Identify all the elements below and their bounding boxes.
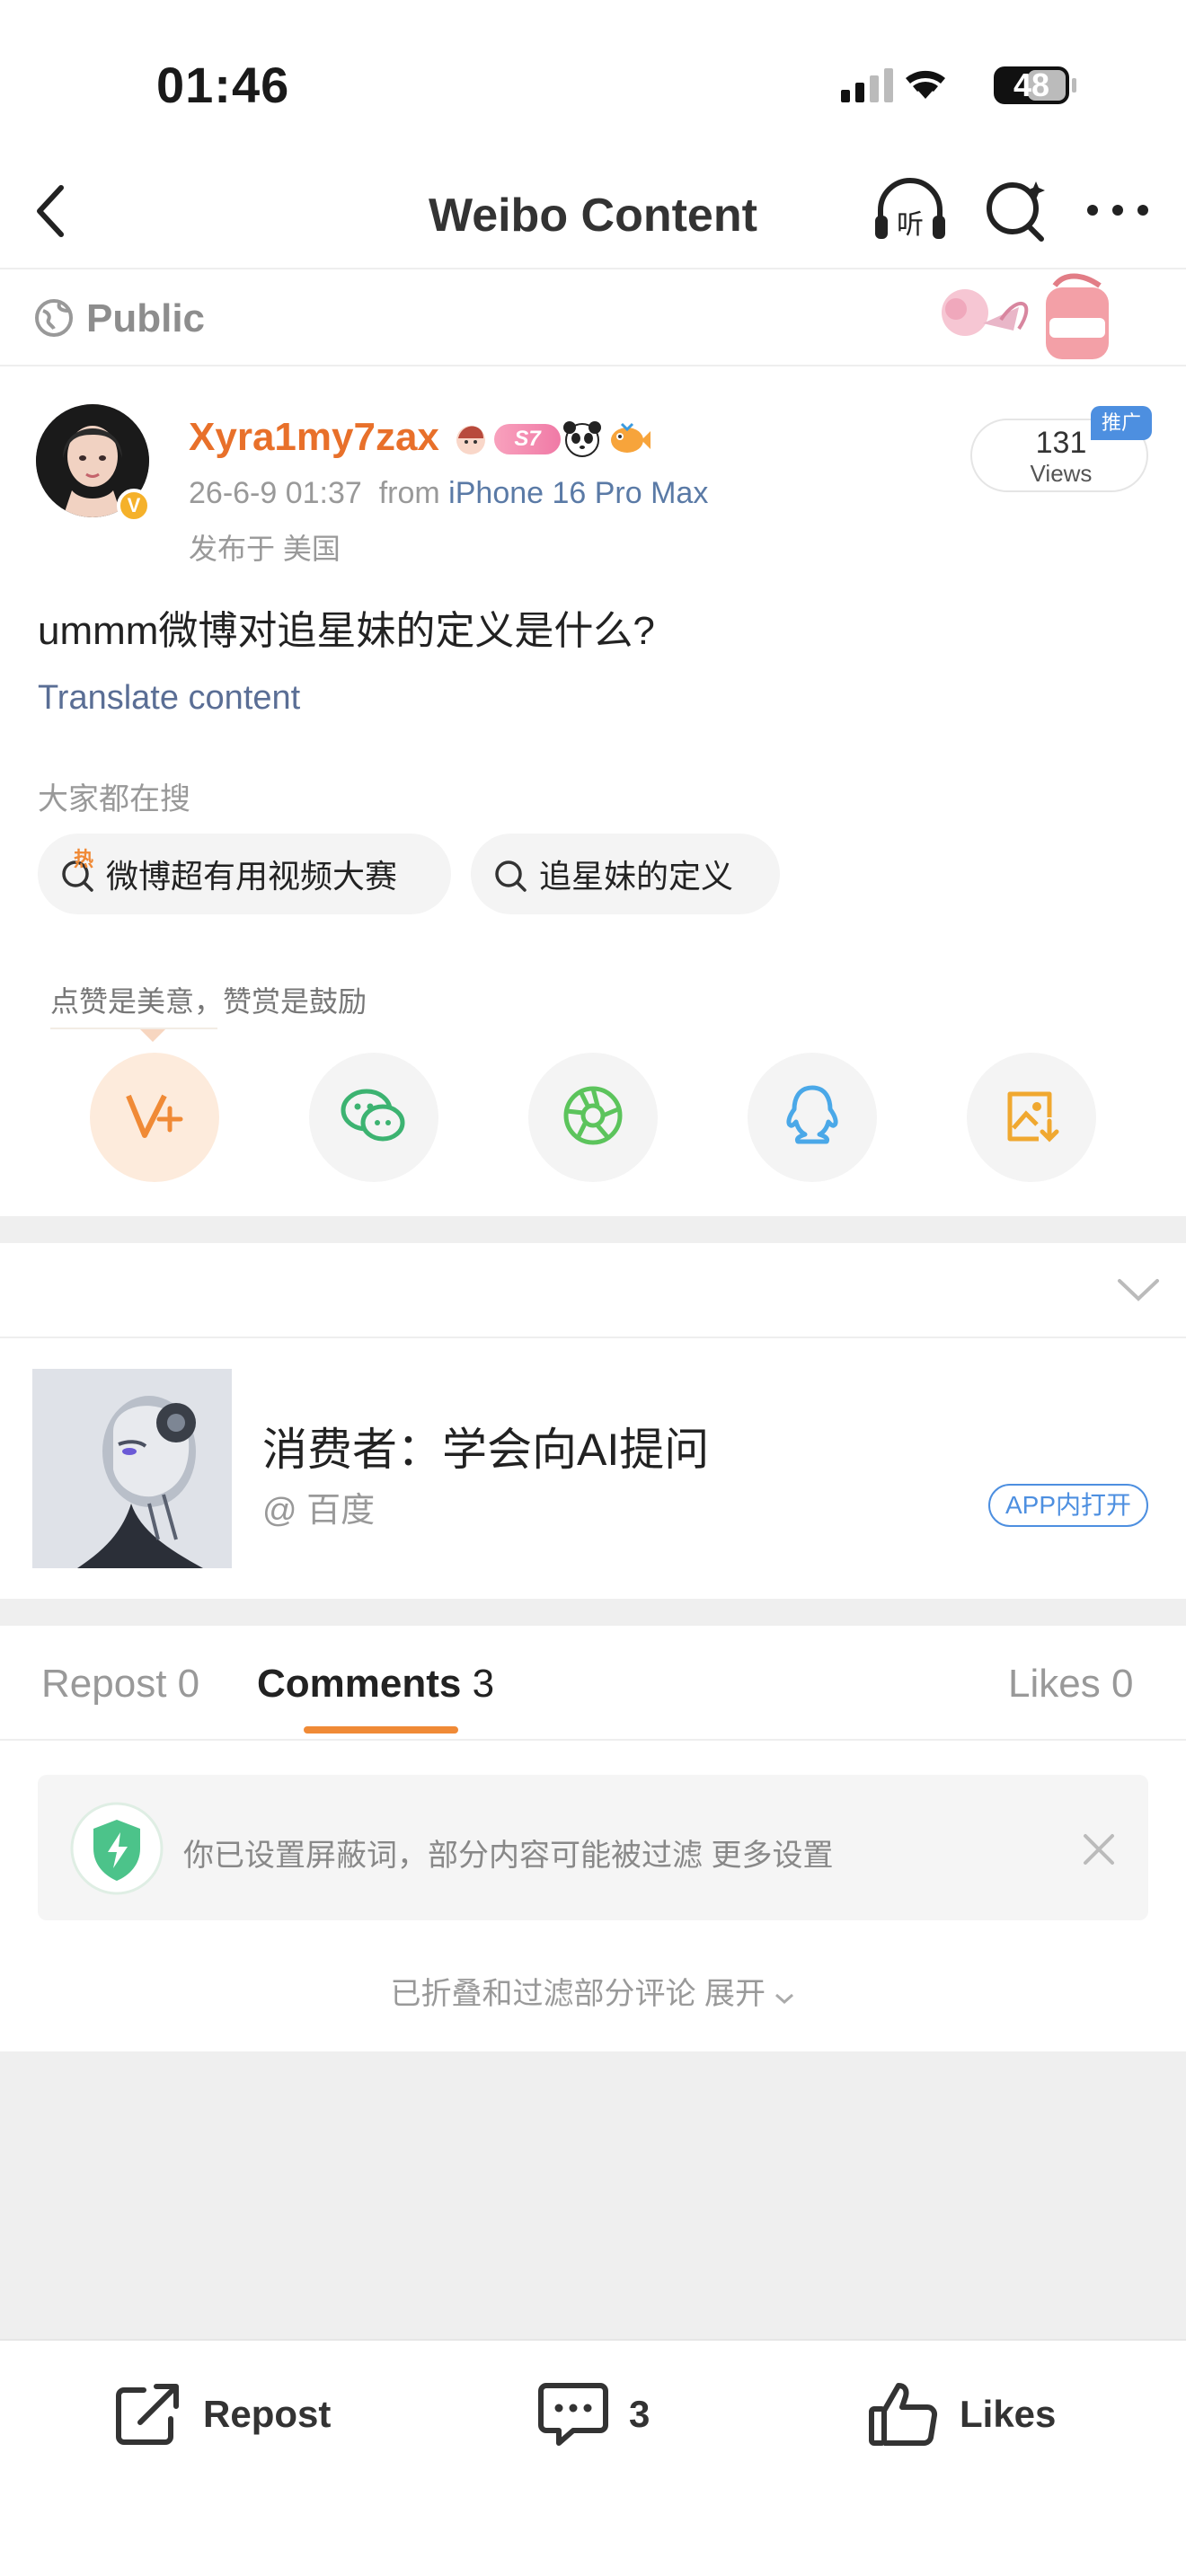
open-in-app-button[interactable]: APP内打开 [988,1484,1148,1527]
bottom-action-bar [0,2339,1186,2576]
ad-title[interactable]: 消费者：学会向AI提问 [262,1414,709,1478]
tip-arrow-icon [140,1029,165,1042]
panda-icon [562,419,602,458]
expand-link[interactable]: 展开 [704,1977,766,2011]
ad-image[interactable] [32,1369,232,1568]
moments-icon [562,1084,624,1151]
filter-notice-text: 你已设置屏蔽词，部分内容可能被过滤 更多设置 [183,1831,833,1875]
filter-notice-message: 你已设置屏蔽词，部分内容可能被过滤 [183,1839,703,1873]
cellular-signal-icon [841,68,893,102]
empty-area [0,2051,1186,2339]
chevron-down-icon [774,1979,795,2014]
comment-button[interactable]: 3 [537,2378,650,2450]
post-datetime: 26-6-9 01:37 [189,476,362,510]
search-icon [492,856,528,892]
hot-badge: 热 [74,848,94,870]
hot-search-icon: 热 [59,848,95,892]
post-text: ummm微博对追星妹的定义是什么? [38,609,655,653]
repost-icon [116,2384,179,2445]
tab-label: Likes [1008,1662,1101,1706]
post-device[interactable]: iPhone 16 Pro Max [448,476,708,510]
wechat-share-button[interactable] [309,1053,438,1182]
section-separator [0,1216,1186,1243]
save-image-button[interactable] [967,1053,1096,1182]
translate-link[interactable]: Translate content [38,679,300,718]
verified-badge-icon: V [117,489,151,523]
search-chip-2[interactable]: 追星妹的定义 [471,834,780,914]
post-meta: 26-6-9 01:37 from iPhone 16 Pro Max [189,476,708,511]
globe-icon [34,298,74,338]
reward-button[interactable] [90,1053,219,1182]
tab-likes[interactable]: Likes 0 [1008,1662,1133,1707]
more-settings-link[interactable]: 更多设置 [711,1839,833,1873]
comment-icon [538,2383,608,2446]
folded-comments-notice[interactable]: 已折叠和过滤部分评论 展开 [0,1969,1186,2014]
more-icon[interactable] [1084,192,1152,228]
username[interactable]: Xyra1my7zax [189,415,439,460]
tab-label: Comments [257,1662,462,1706]
search-icon[interactable] [979,178,1051,244]
likes-label: Likes [960,2393,1057,2435]
post-location: 发布于 美国 [189,533,341,565]
reward-tip: 点赞是美意，赞赏是鼓励 [50,985,367,1018]
wifi-icon [906,70,945,99]
thumbs-up-icon [869,2383,938,2446]
search-chip-label: 微博超有用视频大赛 [106,858,398,895]
search-chip-1[interactable]: 热 微博超有用视频大赛 [38,834,451,914]
level-badge: S7 [494,424,561,454]
tab-label: Repost [41,1662,167,1706]
svg-text:听: 听 [897,209,924,241]
chevron-down-icon[interactable] [1116,1274,1161,1304]
visibility-label: Public [86,296,206,340]
moments-share-button[interactable] [528,1053,658,1182]
views-label: Views [1030,460,1093,487]
tab-count: 0 [177,1662,200,1706]
qq-icon [785,1084,839,1151]
fish-icon [607,419,652,458]
tab-count: 3 [472,1662,495,1706]
save-image-icon [1003,1087,1060,1149]
tab-count: 0 [1111,1662,1134,1706]
from-label: from [378,476,440,510]
promo-tag[interactable]: 推广 [1091,406,1152,440]
ad-source: @ 百度 [262,1492,376,1530]
repost-label: Repost [203,2393,332,2435]
collapse-row [0,1243,1186,1338]
folded-comments-text: 已折叠和过滤部分评论 [390,1977,696,2011]
wechat-icon [340,1087,408,1149]
status-time: 01:46 [156,57,290,113]
listen-icon[interactable]: 听 [872,176,949,244]
battery-level: 48 [1013,66,1050,103]
active-tab-indicator [304,1726,458,1734]
close-icon[interactable] [1082,1832,1116,1866]
comment-count: 3 [629,2393,651,2435]
like-button[interactable]: Likes [868,2378,1056,2450]
tab-comments[interactable]: Comments 3 [257,1662,494,1707]
qq-share-button[interactable] [748,1053,877,1182]
tip-divider [50,1028,217,1029]
repost-button[interactable]: Repost [113,2378,331,2450]
decoration-sticker-icon [902,269,1118,368]
reward-icon [123,1089,186,1147]
tab-repost[interactable]: Repost 0 [41,1662,199,1707]
trending-search-hint: 大家都在搜 [38,782,190,816]
shield-icon [66,1802,167,1895]
section-separator-2 [0,1599,1186,1626]
search-chip-label: 追星妹的定义 [539,858,734,895]
